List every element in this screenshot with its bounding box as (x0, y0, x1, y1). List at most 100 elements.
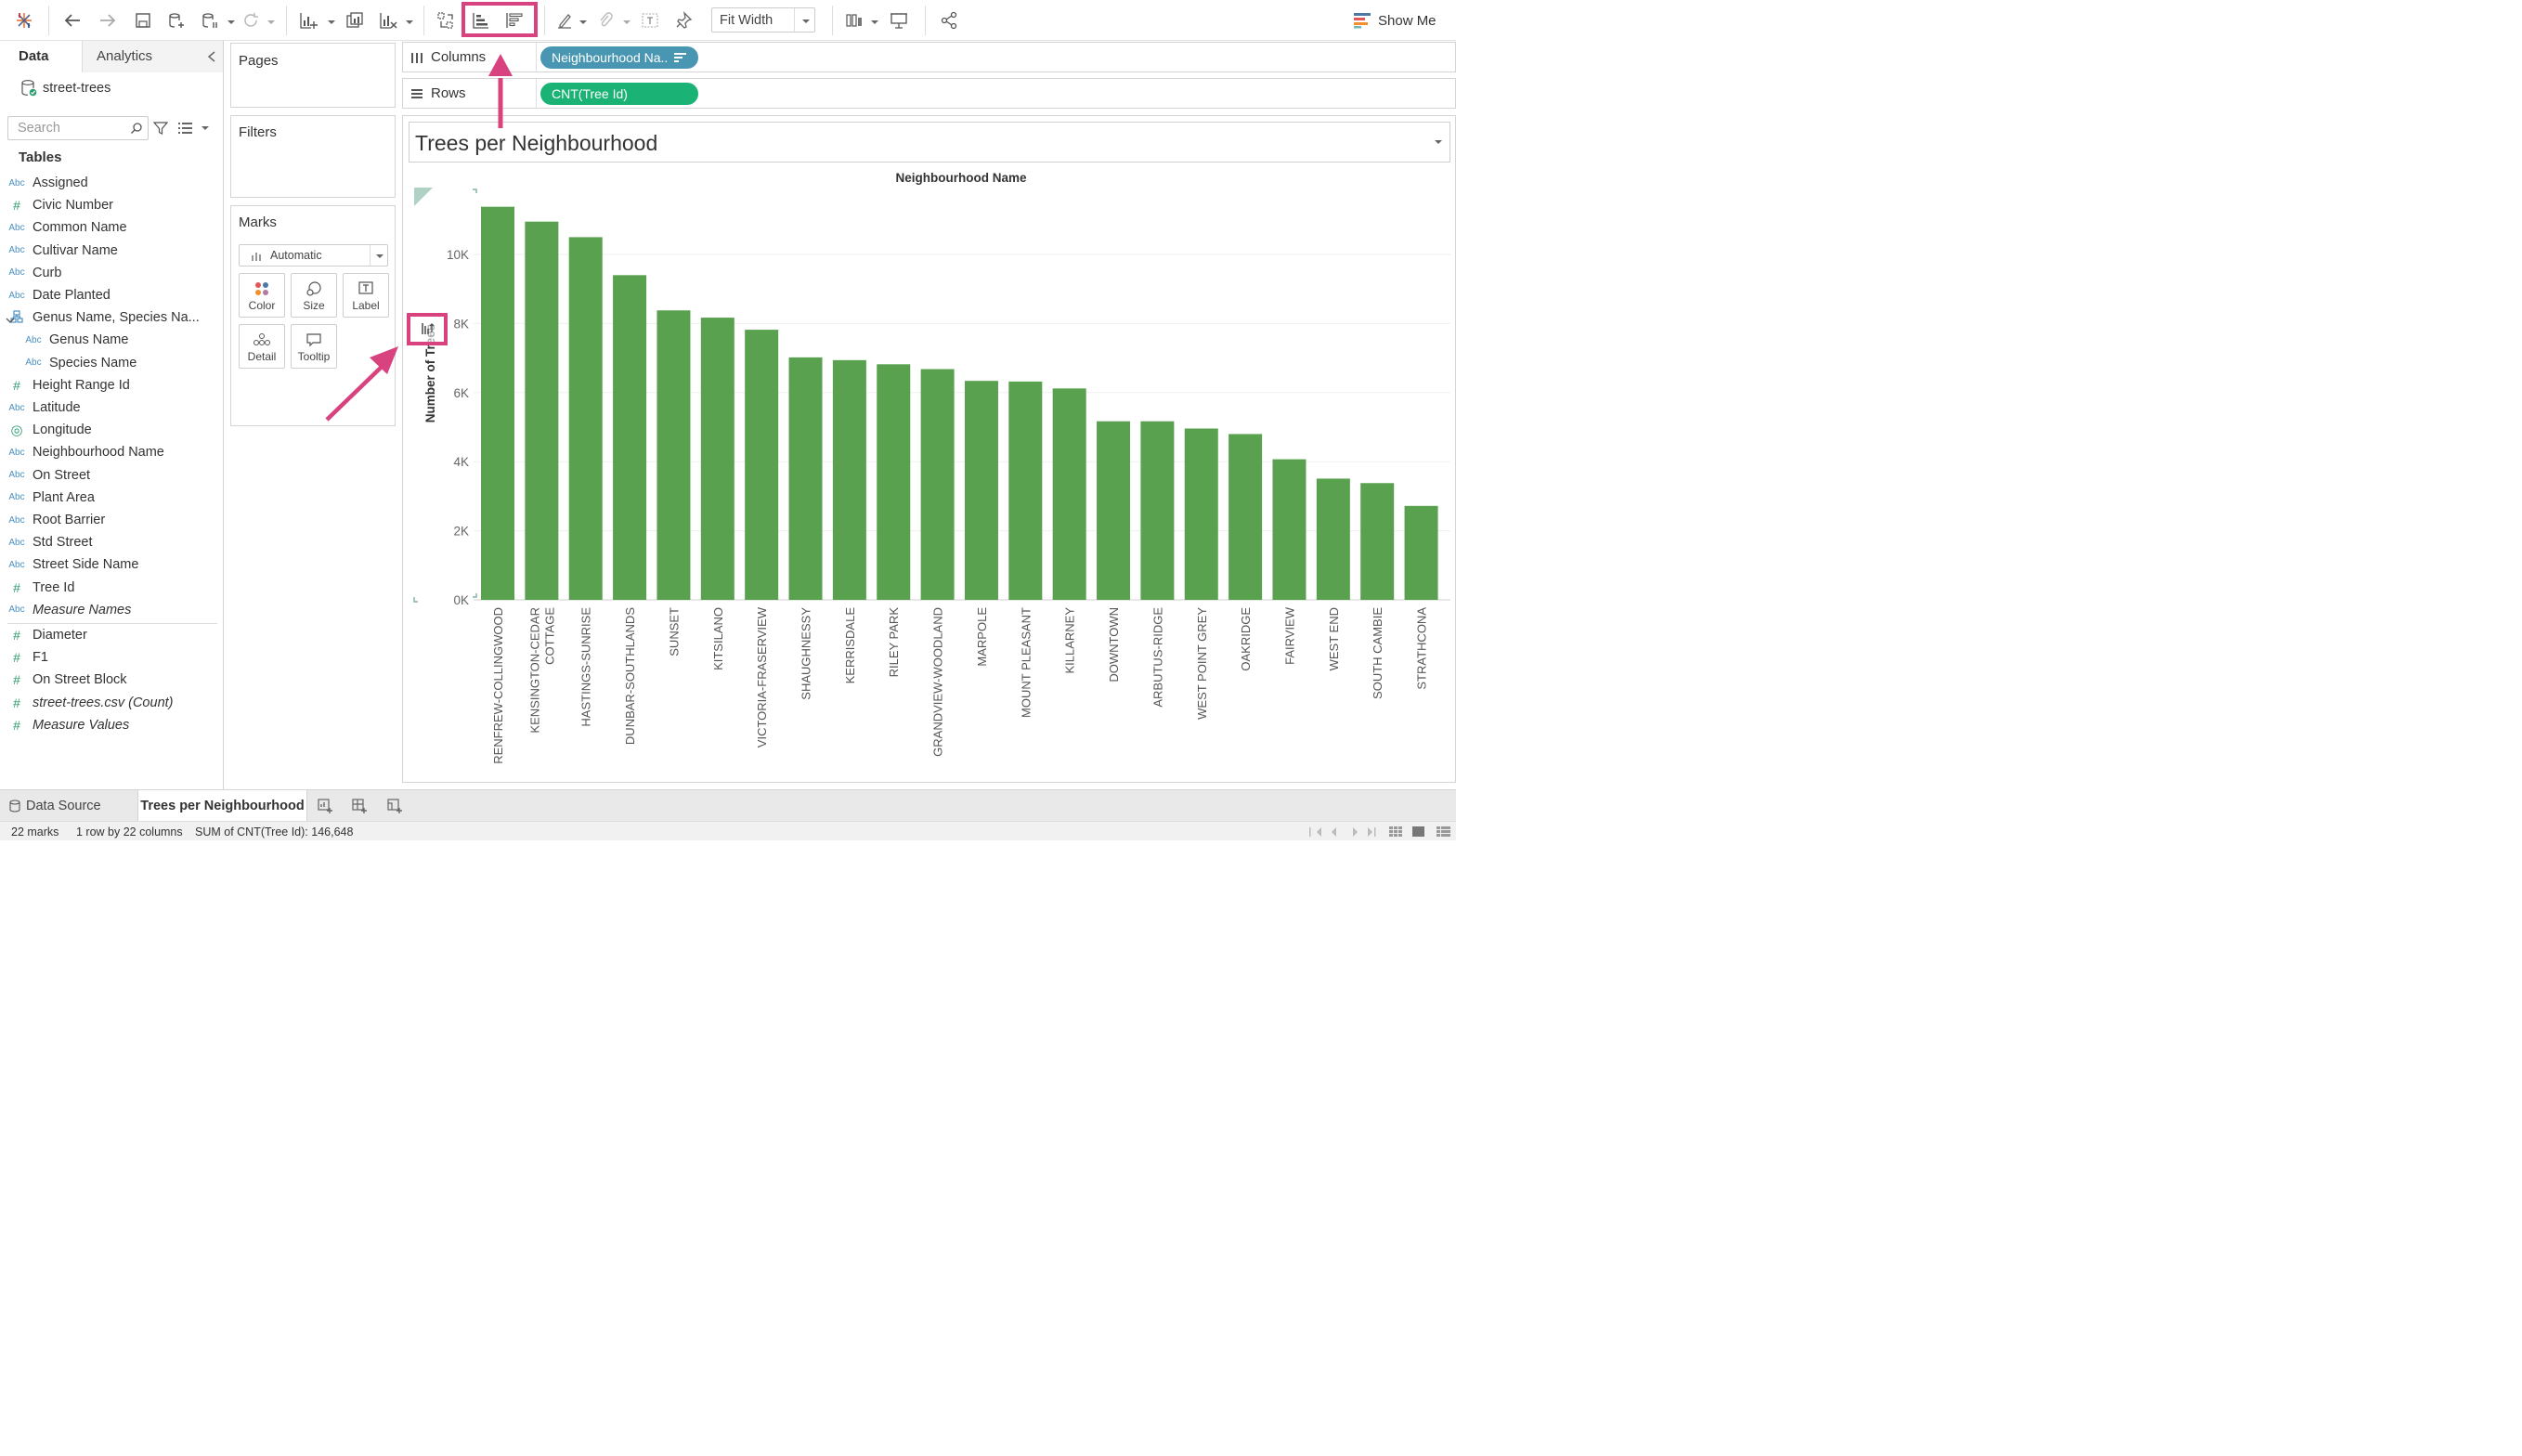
bar[interactable] (920, 369, 955, 600)
bar[interactable] (568, 237, 603, 600)
filter-icon[interactable] (153, 121, 168, 136)
data-source-tab[interactable]: Data Source (0, 790, 136, 821)
bar[interactable] (1228, 434, 1263, 600)
field-measure-names[interactable]: Abc Measure Names (0, 599, 131, 621)
chevron-down-icon[interactable] (266, 15, 276, 24)
detail-button[interactable]: Detail (239, 324, 285, 369)
field-genus-name[interactable]: Abc Genus Name (17, 329, 128, 351)
field-species-name[interactable]: Abc Species Name (17, 352, 136, 374)
collapse-pane-icon[interactable] (206, 50, 217, 63)
field-longitude[interactable]: ◎ Longitude (0, 419, 91, 441)
field-f1[interactable]: # F1 (0, 646, 48, 669)
presentation-mode-icon[interactable] (886, 7, 912, 33)
bar[interactable] (700, 318, 734, 600)
active-sheet-tab[interactable]: Trees per Neighbourhood (137, 790, 307, 822)
number-type-icon: # (13, 695, 20, 710)
datasource-item[interactable]: street-trees (20, 79, 110, 98)
field-civic-number[interactable]: # Civic Number (0, 194, 113, 216)
show-cards-icon[interactable] (841, 7, 867, 33)
bar[interactable] (1360, 483, 1395, 600)
save-icon[interactable] (130, 7, 156, 33)
bar[interactable] (745, 330, 779, 600)
field-street-side-name[interactable]: Abc Street Side Name (0, 553, 138, 576)
field-curb[interactable]: Abc Curb (0, 262, 61, 284)
field-std-street[interactable]: Abc Std Street (0, 531, 92, 553)
refresh-icon[interactable] (238, 7, 264, 33)
bar[interactable] (964, 381, 998, 600)
new-story-icon[interactable] (386, 798, 403, 814)
field-genus-name-species-na[interactable]: Genus Name, Species Na... (0, 306, 200, 329)
new-worksheet-tab-icon[interactable] (317, 798, 333, 814)
field-root-barrier[interactable]: Abc Root Barrier (0, 509, 105, 531)
field-cultivar-name[interactable]: Abc Cultivar Name (0, 240, 117, 262)
paperclip-icon[interactable] (592, 7, 618, 33)
chevron-down-icon[interactable] (201, 124, 210, 133)
bar[interactable] (1008, 381, 1043, 600)
duplicate-sheet-icon[interactable] (342, 7, 368, 33)
neighbourhood-pill[interactable]: Neighbourhood Na.. (540, 46, 698, 69)
share-icon[interactable] (936, 7, 962, 33)
cnt-tree-id-pill[interactable]: CNT(Tree Id) (540, 83, 698, 105)
field-latitude[interactable]: Abc Latitude (0, 396, 80, 419)
bar[interactable] (1316, 478, 1350, 600)
field-diameter[interactable]: # Diameter (0, 624, 87, 646)
view-list-icon[interactable] (178, 122, 193, 135)
tab-analytics[interactable]: Analytics (83, 41, 223, 72)
bar[interactable] (1272, 459, 1306, 600)
new-worksheet-icon[interactable] (295, 7, 321, 33)
field-date-planted[interactable]: Abc Date Planted (0, 284, 110, 306)
chevron-down-icon[interactable] (870, 15, 879, 24)
columns-shelf[interactable]: Columns Neighbourhood Na.. (402, 42, 1456, 72)
expand-chevron-icon[interactable] (6, 313, 15, 330)
bar[interactable] (656, 310, 691, 600)
new-dashboard-icon[interactable] (351, 798, 368, 814)
bar[interactable] (788, 357, 823, 600)
field-common-name[interactable]: Abc Common Name (0, 216, 126, 239)
bar[interactable] (1140, 421, 1175, 600)
detail-icon (254, 333, 270, 345)
rows-shelf[interactable]: Rows CNT(Tree Id) (402, 78, 1456, 109)
highlight-pen-icon[interactable] (552, 7, 578, 33)
bar[interactable] (1052, 388, 1086, 600)
chevron-down-icon[interactable] (227, 15, 236, 24)
bar[interactable] (832, 359, 866, 600)
new-datasource-icon[interactable] (163, 7, 189, 33)
chevron-down-icon[interactable] (578, 15, 588, 24)
forward-arrow-icon[interactable] (95, 7, 121, 33)
tableau-logo-icon[interactable] (11, 7, 37, 33)
field-on-street[interactable]: Abc On Street (0, 464, 90, 487)
bar[interactable] (877, 364, 911, 600)
bar[interactable] (1097, 421, 1131, 600)
sheet-view-mode-icons[interactable] (1389, 826, 1452, 838)
bar[interactable] (613, 275, 647, 600)
color-button[interactable]: Color (239, 273, 285, 318)
string-type-icon: Abc (8, 222, 25, 233)
bar[interactable] (1184, 428, 1218, 600)
swap-rows-columns-icon[interactable] (433, 7, 459, 33)
field-measure-values[interactable]: # Measure Values (0, 714, 129, 736)
chevron-down-icon[interactable] (622, 15, 631, 24)
field-height-range-id[interactable]: # Height Range Id (0, 374, 130, 396)
show-me-button[interactable]: Show Me (1354, 9, 1436, 32)
bar[interactable] (1404, 505, 1438, 600)
show-labels-icon[interactable] (637, 7, 663, 33)
sheet-title-box[interactable]: Trees per Neighbourhood (409, 122, 1450, 162)
field-assigned[interactable]: Abc Assigned (0, 172, 87, 194)
tab-data[interactable]: Data (0, 41, 83, 72)
chevron-down-icon[interactable] (1434, 137, 1443, 147)
field-street-trees-csv-count[interactable]: # street-trees.csv (Count) (0, 692, 173, 714)
chevron-down-icon[interactable] (405, 15, 414, 24)
field-on-street-block[interactable]: # On Street Block (0, 669, 126, 691)
field-plant-area[interactable]: Abc Plant Area (0, 487, 95, 509)
field-tree-id[interactable]: # Tree Id (0, 577, 74, 599)
pin-icon[interactable] (670, 7, 696, 33)
pause-datasource-icon[interactable] (197, 7, 223, 33)
sheet-navigation-icons[interactable] (1307, 826, 1382, 838)
fit-select[interactable]: Fit Width (711, 7, 815, 32)
x-tick-label: RILEY PARK (887, 607, 901, 678)
field-neighbourhood-name[interactable]: Abc Neighbourhood Name (0, 441, 164, 463)
clear-sheet-icon[interactable] (375, 7, 401, 33)
chevron-down-icon[interactable] (327, 15, 336, 24)
back-arrow-icon[interactable] (59, 7, 85, 33)
search-input[interactable]: Search (7, 116, 149, 140)
